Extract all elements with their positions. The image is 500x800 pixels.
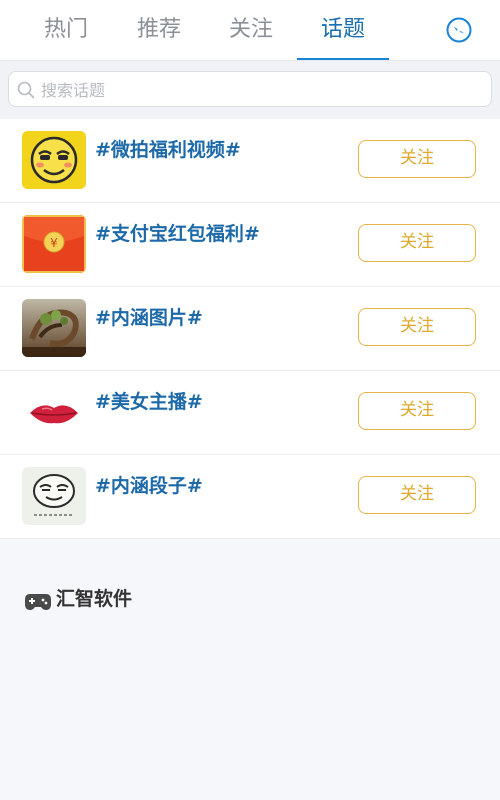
tab-follow[interactable]: 关注 [203,0,299,60]
tab-recommend[interactable]: 推荐 [111,0,207,60]
topic-row-beauty-anchor[interactable]: #美女主播# 关注 [0,371,500,455]
tab-hot[interactable]: 热门 [18,0,114,60]
topic-row-weipai[interactable]: #微拍福利视频# 关注 [0,119,500,203]
follow-button[interactable]: 关注 [358,392,476,430]
tree-painting-icon [22,299,86,357]
topic-title[interactable]: #支付宝红包福利# [95,219,260,246]
compass-icon[interactable] [446,17,472,43]
topic-title[interactable]: #美女主播# [95,387,203,414]
brand-footer: 汇智软件 [24,582,132,612]
search-input[interactable] [39,72,483,108]
sketch-face-icon [22,467,86,525]
follow-button[interactable]: 关注 [358,308,476,346]
follow-button[interactable]: 关注 [358,140,476,178]
gamepad-icon [25,594,51,610]
follow-button[interactable]: 关注 [358,224,476,262]
topic-list: #微拍福利视频# 关注 ¥ #支付宝红包福利# 关注 #内涵图片# 关注 #美女… [0,119,500,539]
red-lips-icon [22,383,86,441]
search-box[interactable] [8,71,492,108]
svg-text:¥: ¥ [50,236,58,250]
topic-title[interactable]: #微拍福利视频# [95,135,241,162]
topic-title[interactable]: #内涵段子# [95,471,203,498]
topic-row-neihan-pics[interactable]: #内涵图片# 关注 [0,287,500,371]
follow-button[interactable]: 关注 [358,476,476,514]
search-area [0,61,500,119]
brand-name: 汇智软件 [56,587,133,610]
tab-topics[interactable]: 话题 [297,0,389,60]
top-tab-bar: 热门 推荐 关注 话题 [0,0,500,61]
topic-row-alipay[interactable]: ¥ #支付宝红包福利# 关注 [0,203,500,287]
topic-row-neihan-jokes[interactable]: #内涵段子# 关注 [0,455,500,539]
search-icon [17,81,35,99]
topic-title[interactable]: #内涵图片# [95,303,203,330]
red-envelope-icon: ¥ [22,215,86,273]
yellow-smiley-icon [22,131,86,189]
